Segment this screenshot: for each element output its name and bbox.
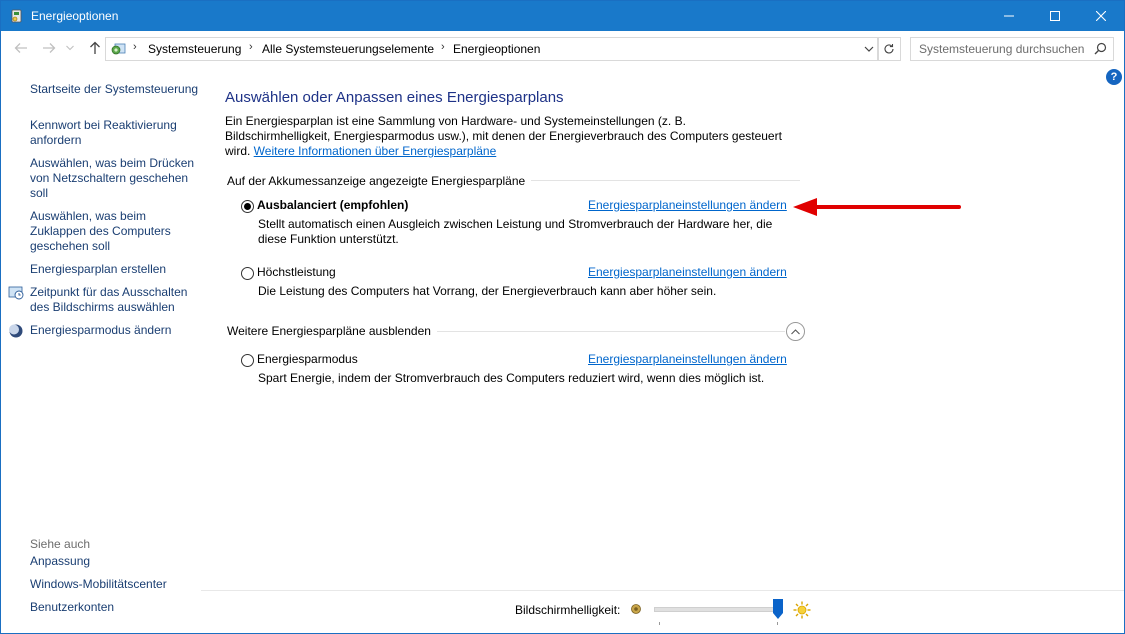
- address-dropdown-icon[interactable]: [862, 42, 876, 56]
- sidebar-link-sleep[interactable]: Energiesparmodus ändern: [30, 323, 200, 338]
- plan-desc-high-performance: Die Leistung des Computers hat Vorrang, …: [258, 284, 717, 298]
- close-icon: [1096, 11, 1106, 21]
- breadcrumb-alle-elemente[interactable]: Alle Systemsteuerungselemente: [262, 42, 434, 56]
- refresh-button[interactable]: [877, 37, 901, 61]
- breadcrumb-systemsteuerung[interactable]: Systemsteuerung: [148, 42, 241, 56]
- chevron-up-icon: [791, 328, 800, 334]
- title-bar: Energieoptionen: [1, 1, 1124, 31]
- search-box[interactable]: [910, 37, 1114, 61]
- see-also-heading: Siehe auch: [30, 537, 91, 551]
- radio-balanced[interactable]: [241, 200, 254, 213]
- back-arrow-icon: [14, 43, 27, 53]
- brightness-low-icon: [631, 604, 641, 614]
- plan-desc-balanced: Stellt automatisch einen Ausgleich zwisc…: [258, 217, 773, 246]
- change-plan-link-power-saver[interactable]: Energiesparplaneinstellungen ändern: [588, 352, 787, 366]
- group-label-hide-plans: Weitere Energiesparpläne ausblenden: [227, 324, 437, 338]
- maximize-button[interactable]: [1032, 1, 1078, 31]
- change-plan-link-balanced[interactable]: Energiesparplaneinstellungen ändern: [588, 198, 787, 212]
- brightness-slider-track[interactable]: [654, 607, 780, 612]
- group-divider: [521, 180, 800, 181]
- sidebar-link-lid-close[interactable]: Auswählen, was beim Zuklappen des Comput…: [30, 209, 180, 254]
- forward-button[interactable]: [39, 38, 59, 58]
- slider-tick: [777, 622, 778, 625]
- sidebar-link-personalization[interactable]: Anpassung: [30, 554, 200, 569]
- more-info-link[interactable]: Weitere Informationen über Energiesparpl…: [254, 144, 497, 158]
- radio-high-performance[interactable]: [241, 267, 254, 280]
- brightness-bar: Bildschirmhelligkeit:: [201, 590, 1124, 633]
- breadcrumb-separator[interactable]: ›: [249, 41, 253, 53]
- plan-desc-power-saver: Spart Energie, indem der Stromverbrauch …: [258, 371, 765, 385]
- minimize-icon: [1004, 15, 1014, 17]
- plan-name-high-performance[interactable]: Höchstleistung: [257, 265, 336, 279]
- power-options-icon: [11, 9, 22, 23]
- up-arrow-icon: [90, 41, 100, 54]
- help-button[interactable]: ?: [1106, 69, 1122, 85]
- page-title: Auswählen oder Anpassen eines Energiespa…: [225, 89, 564, 106]
- display-clock-icon: [8, 286, 24, 300]
- window-title: Energieoptionen: [31, 9, 119, 23]
- brightness-slider-thumb[interactable]: [773, 599, 783, 619]
- sidebar-link-user-accounts[interactable]: Benutzerkonten: [30, 600, 200, 615]
- maximize-icon: [1050, 11, 1060, 21]
- search-icon[interactable]: [1094, 42, 1107, 55]
- group-divider: [429, 331, 785, 332]
- window: Energieoptionen › Systemsteuerung › Alle…: [0, 0, 1125, 634]
- chevron-down-icon: [66, 45, 74, 51]
- group-label-battery-plans: Auf der Akkumessanzeige angezeigte Energ…: [227, 174, 532, 188]
- sidebar-link-home[interactable]: Startseite der Systemsteuerung: [30, 82, 200, 97]
- slider-tick: [659, 622, 660, 625]
- sleep-moon-icon: [9, 324, 23, 338]
- recent-locations-button[interactable]: [64, 38, 76, 58]
- brightness-high-icon: [793, 601, 811, 619]
- up-button[interactable]: [85, 38, 105, 58]
- navigation-bar: › Systemsteuerung › Alle Systemsteuerung…: [1, 31, 1124, 65]
- breadcrumb-separator[interactable]: ›: [133, 41, 137, 53]
- refresh-icon: [884, 44, 894, 54]
- address-bar[interactable]: › Systemsteuerung › Alle Systemsteuerung…: [105, 37, 879, 61]
- minimize-button[interactable]: [986, 1, 1032, 31]
- brightness-label: Bildschirmhelligkeit:: [515, 603, 621, 617]
- intro-text: Ein Energiesparplan ist eine Sammlung vo…: [225, 114, 785, 159]
- sidebar-link-mobility-center[interactable]: Windows-Mobilitätscenter: [30, 577, 200, 592]
- red-arrow-annotation: [793, 198, 961, 216]
- breadcrumb-separator[interactable]: ›: [441, 41, 445, 53]
- control-panel-icon: [111, 43, 126, 55]
- breadcrumb-energieoptionen[interactable]: Energieoptionen: [453, 42, 540, 56]
- sidebar-link-password-on-wakeup[interactable]: Kennwort bei Reaktivierung anfordern: [30, 118, 185, 148]
- close-button[interactable]: [1078, 1, 1124, 31]
- search-input[interactable]: [919, 41, 1089, 57]
- plan-name-balanced[interactable]: Ausbalanciert (empfohlen): [257, 198, 408, 212]
- sidebar: Startseite der Systemsteuerung Kennwort …: [1, 65, 201, 633]
- back-button[interactable]: [11, 38, 31, 58]
- collapse-plans-button[interactable]: [786, 322, 805, 341]
- forward-arrow-icon: [43, 43, 56, 53]
- change-plan-link-high-performance[interactable]: Energiesparplaneinstellungen ändern: [588, 265, 787, 279]
- plan-name-power-saver[interactable]: Energiesparmodus: [257, 352, 358, 366]
- sidebar-link-power-buttons[interactable]: Auswählen, was beim Drücken von Netzscha…: [30, 156, 198, 201]
- sidebar-link-create-plan[interactable]: Energiesparplan erstellen: [30, 262, 200, 277]
- radio-power-saver[interactable]: [241, 354, 254, 367]
- sidebar-link-display-off[interactable]: Zeitpunkt für das Ausschalten des Bildsc…: [30, 285, 195, 315]
